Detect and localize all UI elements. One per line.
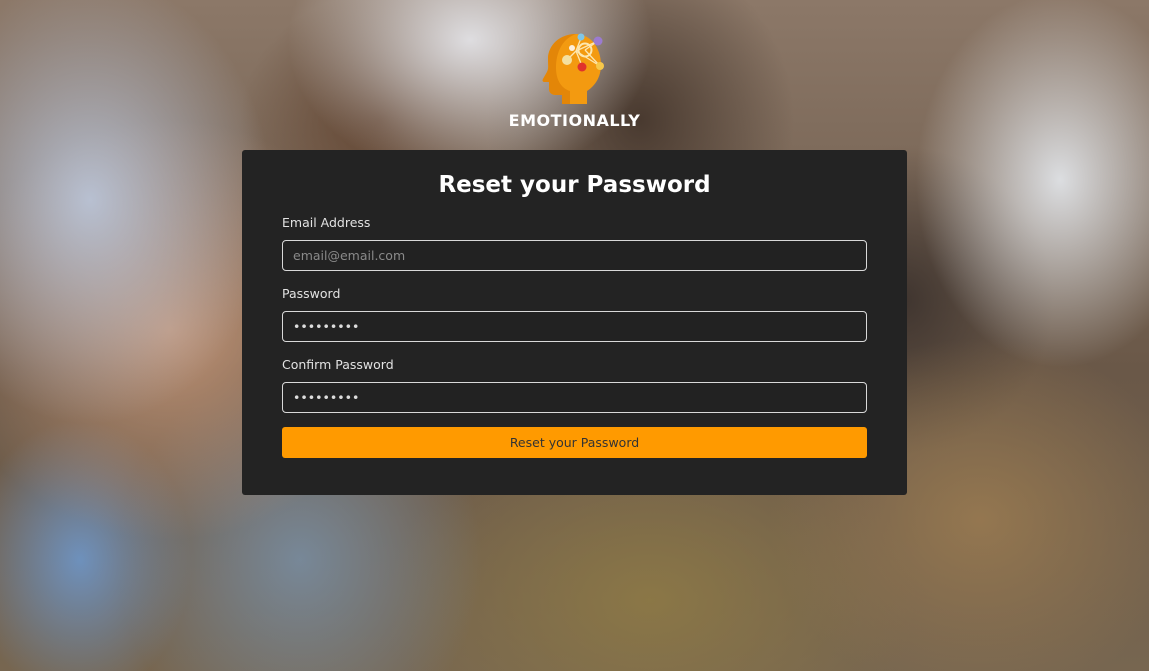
confirm-password-input[interactable] [282,382,867,413]
brand-logo: EMOTIONALLY [0,28,1149,130]
reset-password-card: Reset your Password Email Address Passwo… [242,150,907,495]
password-input[interactable] [282,311,867,342]
email-input[interactable] [282,240,867,271]
brand-name: EMOTIONALLY [508,111,641,130]
confirm-password-label: Confirm Password [282,357,394,372]
password-label: Password [282,286,341,301]
page-title: Reset your Password [438,172,711,198]
reset-password-button[interactable]: Reset your Password [282,427,867,458]
email-label: Email Address [282,215,371,230]
head-emotions-icon [540,28,610,104]
page: EMOTIONALLY Reset your Password Email Ad… [0,0,1149,671]
